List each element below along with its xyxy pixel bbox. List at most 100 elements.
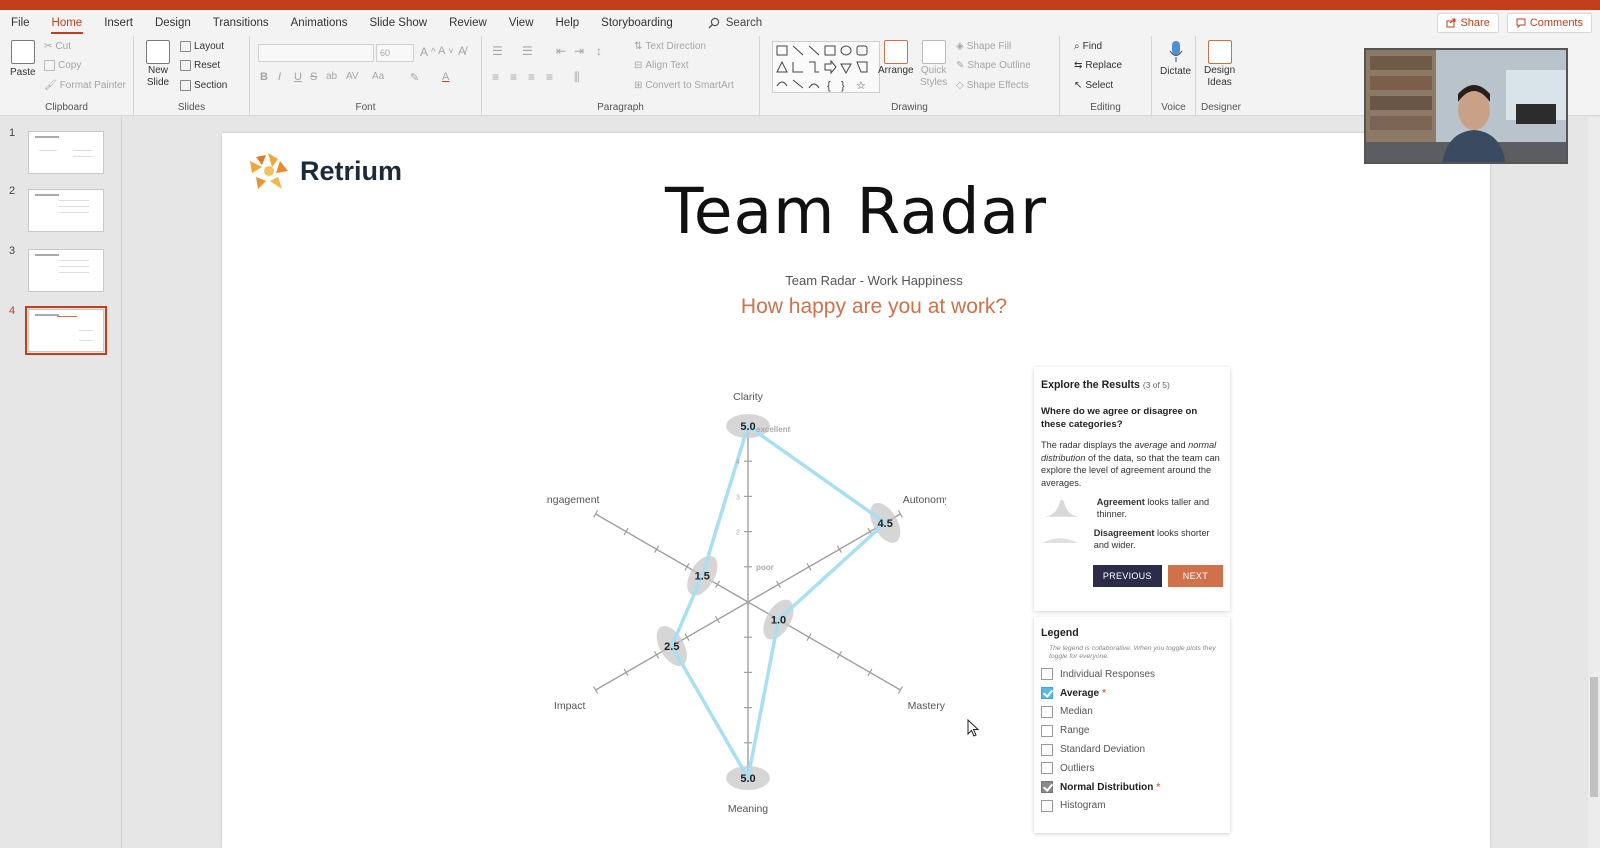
find-label: Find [1082, 41, 1103, 52]
checkbox[interactable] [1041, 799, 1053, 812]
cut-button[interactable]: ✂ Cut [44, 41, 71, 52]
scrollbar-thumb[interactable] [1590, 677, 1598, 797]
section-button[interactable]: Section [180, 80, 227, 91]
checkbox[interactable] [1041, 705, 1053, 718]
tab-animations[interactable]: Animations [280, 10, 359, 36]
checkbox-checked[interactable] [1041, 781, 1053, 794]
columns-icon[interactable]: ⫼ [574, 70, 580, 85]
find-button[interactable]: ⌕ Find [1074, 41, 1102, 52]
legend-item-range[interactable]: Range [1041, 721, 1223, 740]
replace-button[interactable]: ⇆ Replace [1074, 60, 1122, 71]
legend-item-median[interactable]: Median [1041, 703, 1223, 722]
copy-button[interactable]: Copy [44, 60, 81, 71]
text-direction-icon: ⇅ [634, 41, 643, 52]
tab-file[interactable]: File [0, 10, 41, 36]
checkbox[interactable] [1041, 724, 1053, 737]
italic-button[interactable]: I [278, 71, 281, 83]
shape-fill-button[interactable]: ◈ Shape Fill [956, 41, 1011, 52]
legend-item-outliers[interactable]: Outliers [1041, 759, 1223, 778]
legend-item-histogram[interactable]: Histogram [1041, 797, 1223, 816]
align-right-icon[interactable]: ≡ [528, 70, 535, 84]
strikethrough-button[interactable]: S [310, 71, 317, 83]
line-spacing-icon[interactable]: ↕ [596, 44, 602, 58]
arrange-button[interactable]: Arrange [878, 40, 914, 76]
tab-storyboarding[interactable]: Storyboarding [590, 10, 684, 36]
checkbox-checked[interactable] [1041, 687, 1053, 700]
comments-button[interactable]: Comments [1506, 13, 1592, 33]
slide-thumbnail-1[interactable] [28, 131, 104, 174]
highlight-icon[interactable]: ✎ [410, 71, 419, 84]
dictate-button[interactable]: Dictate [1160, 40, 1191, 77]
tab-design[interactable]: Design [144, 10, 202, 36]
reset-button[interactable]: Reset [180, 60, 220, 71]
disagreement-bold: Disagreement [1093, 528, 1155, 538]
slide-canvas[interactable]: Retrium Team Radar Team Radar - Work Hap… [222, 133, 1490, 848]
font-grow-button[interactable]: A ^ [420, 45, 436, 59]
font-color-button[interactable]: A [442, 71, 449, 83]
underline-button[interactable]: U [294, 71, 302, 83]
numbering-icon[interactable]: ☰ [522, 44, 533, 58]
legend-item-average[interactable]: Average * [1041, 684, 1223, 703]
format-painter-button[interactable]: 🖌 Format Painter [44, 80, 126, 91]
paste-button[interactable]: Paste [10, 40, 36, 78]
reset-label: Reset [194, 60, 221, 71]
design-ideas-button[interactable]: Design Ideas [1204, 40, 1235, 88]
tab-transitions[interactable]: Transitions [202, 10, 280, 36]
slide-thumbnail-2[interactable] [28, 189, 104, 232]
shape-effects-button[interactable]: ◇ Shape Effects [956, 80, 1029, 91]
tick-label-2: 2 [736, 530, 740, 537]
quick-styles-label-2: Styles [920, 77, 948, 88]
brush-icon: 🖌 [44, 80, 57, 91]
legend-item-normal-distribution[interactable]: Normal Distribution * [1041, 778, 1223, 797]
checkbox[interactable] [1041, 743, 1053, 756]
clear-format-icon[interactable]: A̸ [458, 44, 466, 58]
legend-item-standard-deviation[interactable]: Standard Deviation [1041, 740, 1223, 759]
slide-title[interactable]: Team Radar [222, 175, 1490, 248]
quick-styles-button[interactable]: Quick Styles [920, 40, 947, 88]
checkbox[interactable] [1041, 668, 1053, 681]
tab-insert[interactable]: Insert [93, 10, 144, 36]
agreement-row: Agreement looks taller and thinner. [1041, 496, 1223, 520]
tab-home[interactable]: Home [41, 10, 94, 36]
align-text-button[interactable]: ⊟ Align Text [634, 60, 689, 71]
shape-outline-button[interactable]: ✎ Shape Outline [956, 60, 1031, 71]
tab-view[interactable]: View [498, 10, 545, 36]
tab-review[interactable]: Review [438, 10, 498, 36]
new-slide-button[interactable]: New Slide [146, 40, 170, 88]
justify-icon[interactable]: ≡ [546, 70, 553, 84]
decrease-indent-icon[interactable]: ⇤ [556, 44, 566, 58]
font-size-input[interactable]: 60 [376, 44, 414, 62]
vertical-scrollbar[interactable] [1588, 117, 1600, 848]
text-direction-button[interactable]: ⇅ Text Direction [634, 41, 706, 52]
bullets-icon[interactable]: ☰ [492, 44, 503, 58]
value-label-clarity: 5.0 [740, 421, 755, 433]
slide-thumbnail-4[interactable] [25, 306, 107, 355]
format-painter-label: Format Painter [59, 80, 126, 91]
shapes-gallery[interactable]: { } ☆ [772, 41, 880, 93]
align-left-icon[interactable]: ≡ [492, 70, 499, 84]
value-label-autonomy: 4.5 [878, 518, 893, 530]
change-case-button[interactable]: Aa [372, 71, 384, 82]
font-shrink-button[interactable]: A ˅ [438, 45, 454, 57]
share-button[interactable]: Share [1437, 13, 1499, 33]
disagreement-row: Disagreement looks shorter and wider. [1041, 527, 1223, 551]
slide-thumbnail-3[interactable] [28, 249, 104, 292]
tab-slide-show[interactable]: Slide Show [359, 10, 439, 36]
tab-help[interactable]: Help [545, 10, 591, 36]
next-button[interactable]: NEXT [1167, 565, 1223, 587]
explore-count: (3 of 5) [1142, 380, 1170, 390]
layout-button[interactable]: Layout [180, 41, 224, 52]
previous-button[interactable]: PREVIOUS [1092, 565, 1162, 587]
select-button[interactable]: ↖ Select [1074, 80, 1113, 91]
spacing-button[interactable]: AV [346, 71, 359, 82]
editing-group: ⌕ Find ⇆ Replace ↖ Select Editing [1060, 36, 1152, 116]
checkbox[interactable] [1041, 762, 1053, 775]
search-box[interactable]: Search [708, 17, 762, 29]
legend-item-individual-responses[interactable]: Individual Responses [1041, 665, 1223, 684]
convert-smartart-button[interactable]: ⊞ Convert to SmartArt [634, 80, 734, 91]
bold-button[interactable]: B [260, 71, 268, 83]
font-name-input[interactable] [258, 44, 374, 62]
shadow-button[interactable]: ab [326, 71, 337, 82]
increase-indent-icon[interactable]: ⇥ [574, 44, 584, 58]
align-center-icon[interactable]: ≡ [510, 70, 517, 84]
